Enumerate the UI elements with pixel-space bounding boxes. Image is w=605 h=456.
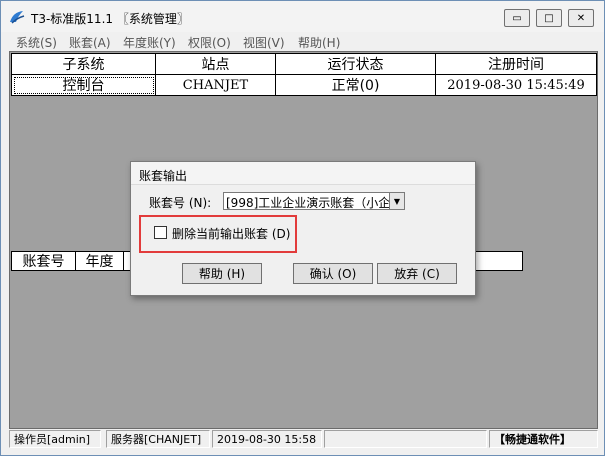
menu-system[interactable]: 系统(S): [16, 34, 57, 51]
delete-account-checkbox[interactable]: [154, 226, 167, 239]
status-server: 服务器[CHANJET]: [106, 430, 210, 448]
table-row[interactable]: 控制台 CHANJET 正常(0) 2019-08-30 15:45:49: [11, 74, 597, 96]
dialog-title-bar[interactable]: 账套输出: [131, 162, 475, 185]
minimize-icon: ▭: [512, 12, 522, 24]
dropdown-arrow-icon[interactable]: ▼: [389, 193, 404, 209]
dialog-title: 账套输出: [139, 169, 188, 183]
subsystem-table: 子系统 站点 运行状态 注册时间 控制台 CHANJET 正常(0) 2019-…: [11, 53, 597, 96]
app-logo-icon: [10, 11, 25, 24]
status-datetime: 2019-08-30 15:58: [212, 430, 322, 448]
maximize-icon: □: [544, 12, 554, 24]
menu-account[interactable]: 账套(A): [69, 34, 111, 51]
cell-subsystem[interactable]: 控制台: [11, 74, 156, 96]
col-header-account-no[interactable]: 账套号: [12, 252, 76, 270]
menu-help[interactable]: 帮助(H): [298, 34, 340, 51]
cell-register-time[interactable]: 2019-08-30 15:45:49: [435, 74, 597, 96]
col-header-year[interactable]: 年度: [76, 252, 124, 270]
cancel-button[interactable]: 放弃 (C): [377, 263, 457, 284]
col-header-site[interactable]: 站点: [155, 53, 276, 75]
account-number-select[interactable]: [998]工业企业演示账套（小企 ▼: [223, 192, 405, 210]
menu-view[interactable]: 视图(V): [243, 34, 285, 51]
close-icon: ✕: [576, 12, 586, 24]
app-window: T3-标准版11.1 〖系统管理〗 ▭ □ ✕ 系统(S) 账套(A) 年度账(…: [0, 0, 605, 456]
col-header-register-time[interactable]: 注册时间: [435, 53, 597, 75]
minimize-button[interactable]: ▭: [504, 9, 530, 27]
col-header-subsystem[interactable]: 子系统: [11, 53, 156, 75]
account-number-label: 账套号 (N):: [149, 196, 212, 210]
status-empty: [324, 430, 487, 448]
help-button[interactable]: 帮助 (H): [182, 263, 262, 284]
menu-bar: 系统(S) 账套(A) 年度账(Y) 权限(O) 视图(V) 帮助(H): [1, 32, 604, 50]
window-title: T3-标准版11.1 〖系统管理〗: [31, 12, 189, 26]
cell-status[interactable]: 正常(0): [275, 74, 436, 96]
help-button-label: 帮助 (H): [198, 267, 246, 281]
menu-permission[interactable]: 权限(O): [188, 34, 231, 51]
cell-site[interactable]: CHANJET: [155, 74, 276, 96]
cancel-button-label: 放弃 (C): [394, 267, 440, 281]
export-account-dialog: 账套输出 账套号 (N): [998]工业企业演示账套（小企 ▼ 删除当前输出账…: [130, 161, 476, 296]
status-brand: 【畅捷通软件】: [489, 430, 598, 448]
menu-yearly-account[interactable]: 年度账(Y): [123, 34, 176, 51]
table-header-row: 子系统 站点 运行状态 注册时间: [11, 53, 597, 75]
confirm-button[interactable]: 确认 (O): [293, 263, 373, 284]
status-bar: 操作员[admin] 服务器[CHANJET] 2019-08-30 15:58…: [9, 430, 598, 448]
maximize-button[interactable]: □: [536, 9, 562, 27]
delete-account-checkbox-label[interactable]: 删除当前输出账套 (D): [172, 225, 290, 242]
close-button[interactable]: ✕: [568, 9, 594, 27]
account-number-value: [998]工业企业演示账套（小企: [226, 196, 391, 210]
col-header-status[interactable]: 运行状态: [275, 53, 436, 75]
confirm-button-label: 确认 (O): [309, 267, 357, 281]
status-operator: 操作员[admin]: [9, 430, 101, 448]
title-bar[interactable]: T3-标准版11.1 〖系统管理〗 ▭ □ ✕: [1, 1, 604, 32]
